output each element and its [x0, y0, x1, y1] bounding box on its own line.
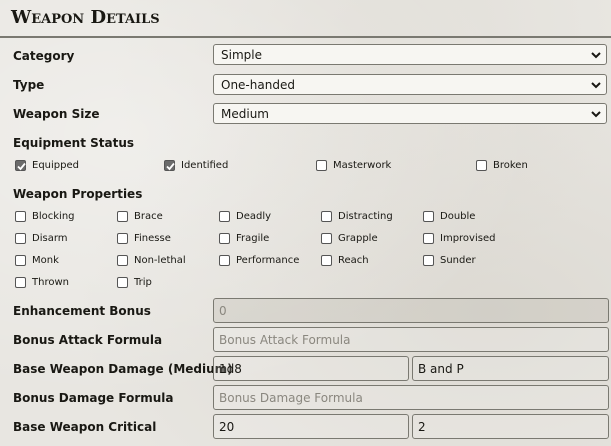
checkbox-equipped[interactable]: Equipped	[15, 158, 79, 172]
checkbox-label: Fragile	[236, 232, 270, 244]
checkbox-identified[interactable]: Identified	[164, 158, 228, 172]
category-value: Simple	[221, 48, 262, 62]
checkbox-label: Finesse	[134, 232, 171, 244]
checkbox-label: Reach	[338, 254, 369, 266]
category-label: Category	[13, 49, 75, 63]
type-label: Type	[13, 78, 45, 92]
weapon-size-value: Medium	[221, 107, 269, 121]
checkbox-fragile[interactable]: Fragile	[219, 231, 269, 245]
checkbox-empty-icon[interactable]	[321, 210, 332, 222]
equipment-status-heading: Equipment Status	[13, 136, 135, 150]
category-select[interactable]: Simple	[213, 44, 607, 65]
checkbox-performance[interactable]: Performance	[219, 253, 299, 267]
base-weapon-damage-dice-input[interactable]: 1d8	[213, 356, 409, 381]
base-weapon-damage-label: Base Weapon Damage (Medium)	[13, 362, 233, 376]
enhancement-bonus-field[interactable]: 0	[213, 298, 609, 323]
checkbox-label: Monk	[32, 254, 59, 266]
checkbox-sunder[interactable]: Sunder	[423, 253, 476, 267]
checkbox-empty-icon[interactable]	[219, 232, 230, 244]
type-select[interactable]: One-handed	[213, 74, 607, 95]
checkbox-label: Blocking	[32, 210, 75, 222]
checkbox-thrown[interactable]: Thrown	[15, 275, 69, 289]
checkbox-grapple[interactable]: Grapple	[321, 231, 378, 245]
bonus-damage-formula-label: Bonus Damage Formula	[13, 391, 174, 405]
bonus-attack-formula-label: Bonus Attack Formula	[13, 333, 163, 347]
checkbox-label: Sunder	[440, 254, 476, 266]
checkbox-empty-icon[interactable]	[219, 210, 230, 222]
checkbox-label: Non-lethal	[134, 254, 186, 266]
checkbox-disarm[interactable]: Disarm	[15, 231, 68, 245]
chevron-down-icon	[591, 82, 601, 89]
checkbox-label: Masterwork	[333, 159, 392, 171]
base-weapon-critical-range: 20	[219, 420, 235, 434]
checkbox-empty-icon[interactable]	[117, 210, 128, 222]
checkbox-trip[interactable]: Trip	[117, 275, 152, 289]
weapon-size-select[interactable]: Medium	[213, 103, 607, 124]
weapon-size-label: Weapon Size	[13, 107, 100, 121]
checkbox-empty-icon[interactable]	[476, 159, 487, 171]
checkbox-blocking[interactable]: Blocking	[15, 209, 75, 223]
checkbox-label: Distracting	[338, 210, 393, 222]
checkbox-empty-icon[interactable]	[321, 232, 332, 244]
checkbox-empty-icon[interactable]	[316, 159, 327, 171]
checkbox-empty-icon[interactable]	[219, 254, 230, 266]
checkbox-empty-icon[interactable]	[117, 232, 128, 244]
base-weapon-damage-dice: 1d8	[219, 362, 242, 376]
checkbox-brace[interactable]: Brace	[117, 209, 163, 223]
bonus-attack-formula-placeholder: Bonus Attack Formula	[219, 333, 351, 347]
bonus-damage-formula-input[interactable]: Bonus Damage Formula	[213, 385, 609, 410]
weapon-properties-heading: Weapon Properties	[13, 187, 143, 201]
checkbox-empty-icon[interactable]	[423, 232, 434, 244]
checkbox-label: Improvised	[440, 232, 496, 244]
checkbox-empty-icon[interactable]	[15, 210, 26, 222]
checkbox-label: Disarm	[32, 232, 68, 244]
checkbox-empty-icon[interactable]	[117, 276, 128, 288]
checkbox-reach[interactable]: Reach	[321, 253, 369, 267]
checkbox-label: Equipped	[32, 159, 79, 171]
checkbox-non-lethal[interactable]: Non-lethal	[117, 253, 186, 267]
checkbox-empty-icon[interactable]	[15, 276, 26, 288]
checkbox-empty-icon[interactable]	[321, 254, 332, 266]
checkbox-masterwork[interactable]: Masterwork	[316, 158, 391, 172]
section-title: Weapon Details	[11, 7, 160, 28]
checkbox-empty-icon[interactable]	[423, 210, 434, 222]
base-weapon-critical-multiplier-input[interactable]: 2	[412, 414, 609, 439]
checkbox-monk[interactable]: Monk	[15, 253, 59, 267]
checkbox-empty-icon[interactable]	[117, 254, 128, 266]
bonus-damage-formula-placeholder: Bonus Damage Formula	[219, 391, 363, 405]
checkbox-empty-icon[interactable]	[15, 232, 26, 244]
enhancement-bonus-label: Enhancement Bonus	[13, 304, 151, 318]
checkbox-empty-icon[interactable]	[423, 254, 434, 266]
enhancement-bonus-value: 0	[219, 304, 227, 318]
checkbox-label: Grapple	[338, 232, 378, 244]
checkbox-label: Double	[440, 210, 476, 222]
checkbox-label: Deadly	[236, 210, 272, 222]
checkbox-label: Broken	[493, 159, 528, 171]
checkbox-checked-icon[interactable]	[15, 159, 26, 171]
checkbox-finesse[interactable]: Finesse	[117, 231, 171, 245]
checkbox-checked-icon[interactable]	[164, 159, 175, 171]
bonus-attack-formula-input[interactable]: Bonus Attack Formula	[213, 327, 609, 352]
base-weapon-damage-type-input[interactable]: B and P	[412, 356, 609, 381]
base-weapon-critical-range-input[interactable]: 20	[213, 414, 409, 439]
chevron-down-icon	[591, 52, 601, 59]
checkbox-label: Trip	[134, 276, 152, 288]
base-weapon-critical-multiplier: 2	[418, 420, 426, 434]
checkbox-broken[interactable]: Broken	[476, 158, 528, 172]
checkbox-label: Brace	[134, 210, 163, 222]
type-value: One-handed	[221, 78, 295, 92]
checkbox-label: Performance	[236, 254, 300, 266]
section-header: Weapon Details	[0, 0, 611, 38]
checkbox-distracting[interactable]: Distracting	[321, 209, 393, 223]
checkbox-deadly[interactable]: Deadly	[219, 209, 271, 223]
chevron-down-icon	[591, 111, 601, 118]
checkbox-empty-icon[interactable]	[15, 254, 26, 266]
checkbox-label: Thrown	[32, 276, 69, 288]
checkbox-improvised[interactable]: Improvised	[423, 231, 495, 245]
base-weapon-critical-label: Base Weapon Critical	[13, 420, 157, 434]
checkbox-label: Identified	[181, 159, 229, 171]
checkbox-double[interactable]: Double	[423, 209, 475, 223]
base-weapon-damage-type: B and P	[418, 362, 464, 376]
